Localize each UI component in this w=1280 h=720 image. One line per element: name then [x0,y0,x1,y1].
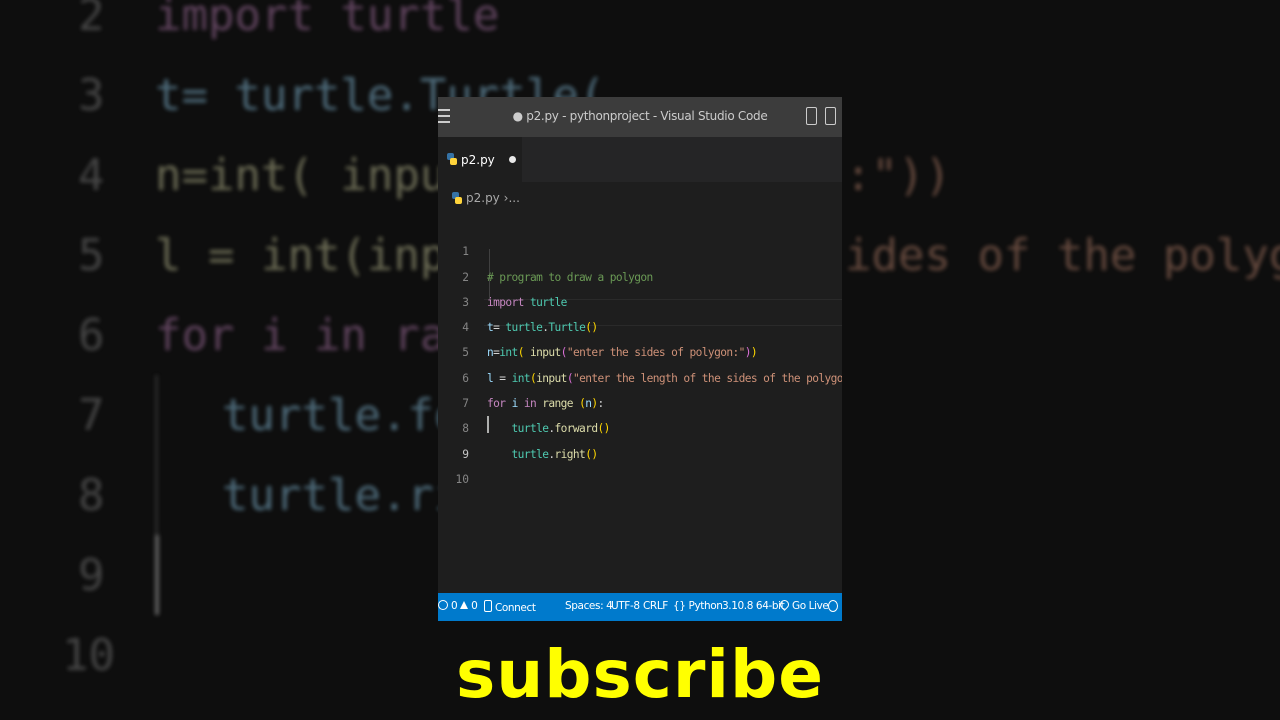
error-count: 0 [450,600,458,612]
code-line[interactable]: 7 turtle.forward() [438,366,842,435]
breadcrumb-rest[interactable]: ... [508,191,519,205]
remote-icon [484,600,492,612]
encoding-button[interactable]: UTF-8 [611,600,640,612]
layout-controls [806,107,836,125]
go-live-button[interactable]: Go Live [778,598,829,612]
tab-p2-py[interactable]: p2.py [438,137,522,182]
bg-line-number: 3 [78,70,105,121]
warning-count: 0 [471,600,478,612]
code-line-active[interactable]: 9 [438,416,842,461]
language-label: Python [688,600,723,612]
subscribe-overlay-text: subscribe [455,636,825,713]
connect-label: Connect [494,602,536,614]
interpreter-button[interactable]: 3.10.8 64-bit [722,600,785,612]
notifications-button[interactable] [828,600,838,615]
text-cursor [487,416,489,433]
code-line[interactable]: 6 for i in range (n): [438,340,842,410]
bg-code: ides of the polygon:")) [845,230,1280,281]
status-bar: 0 0 Connect Spaces: 4 UTF-8 CRLF {} Pyth… [438,593,842,621]
tab-bar: p2.py [438,137,842,182]
bg-line-number: 7 [78,390,105,441]
braces-icon: {} [673,600,686,612]
breadcrumb[interactable]: p2.py ›... [452,191,520,205]
toggle-panel-icon[interactable] [825,107,836,125]
bg-line-number: 2 [78,0,105,41]
code-line[interactable]: 2 import turtle [438,239,842,309]
bg-code: import turtle [155,0,500,41]
bg-indent-guide [155,375,158,535]
go-live-label: Go Live [791,600,829,612]
python-file-icon [452,192,462,204]
bg-line-number: 9 [78,550,105,601]
connect-button[interactable]: Connect [484,600,536,614]
bg-cursor [155,535,159,615]
code-line[interactable]: 4 n=int( input("enter the sides of polyg… [438,290,842,359]
language-mode-button[interactable]: {} Python [673,600,723,612]
code-line[interactable]: 1 # program to draw a polygon [438,214,842,283]
python-file-icon [447,153,457,165]
bg-code: :")) [845,150,951,201]
warning-icon [460,601,469,609]
code-line[interactable]: 5 l = int(input("enter the length of the… [438,315,842,384]
broadcast-icon [778,598,791,611]
vscode-window: ● p2.py - pythonproject - Visual Studio … [438,97,842,621]
window-title: ● p2.py - pythonproject - Visual Studio … [512,109,768,123]
problems-indicator[interactable]: 0 0 [438,600,478,612]
split-editor-icon[interactable] [806,107,817,125]
bg-line-number: 5 [78,230,105,281]
indentation-button[interactable]: Spaces: 4 [565,600,613,612]
unsaved-dot-icon[interactable] [509,156,516,163]
code-line[interactable]: 10 [438,442,842,486]
code-line[interactable]: 3 t= turtle.Turtle() [438,265,842,334]
bell-icon [828,600,838,612]
error-icon [438,600,448,610]
bg-line-number: 10 [62,630,115,681]
line-number: 10 [455,472,469,486]
tab-label: p2.py [461,153,495,167]
titlebar: ● p2.py - pythonproject - Visual Studio … [438,97,842,137]
bg-line-number: 4 [78,150,105,201]
breadcrumb-file[interactable]: p2.py [466,191,500,205]
code-line[interactable]: 8 turtle.right() [438,391,842,460]
eol-button[interactable]: CRLF [643,600,668,612]
bg-line-number: 8 [78,470,105,521]
code-editor[interactable]: 1 # program to draw a polygon 2 import t… [438,214,842,486]
bg-line-number: 6 [78,310,105,361]
